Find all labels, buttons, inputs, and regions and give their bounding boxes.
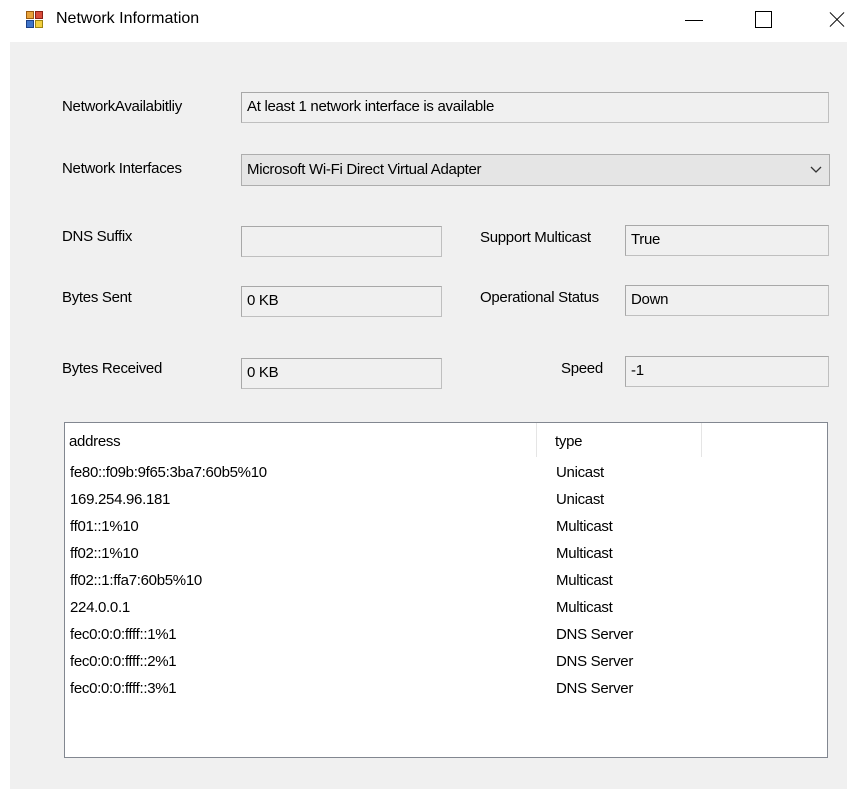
operational-status-field[interactable]: Down: [625, 285, 829, 316]
type-cell: Multicast: [556, 599, 613, 616]
address-cell: fec0:0:0:ffff::2%1: [70, 653, 177, 670]
minimize-button[interactable]: [673, 0, 719, 40]
network-interfaces-label: Network Interfaces: [62, 160, 182, 177]
list-item[interactable]: ff01::1%10 Multicast: [65, 518, 827, 545]
list-item[interactable]: fec0:0:0:ffff::2%1 DNS Server: [65, 653, 827, 680]
type-cell: Unicast: [556, 464, 604, 481]
window-title: Network Information: [56, 10, 200, 27]
column-header-type[interactable]: type: [536, 423, 702, 457]
address-cell: fe80::f09b:9f65:3ba7:60b5%10: [70, 464, 267, 481]
type-cell: Multicast: [556, 545, 613, 562]
address-cell: ff02::1:ffa7:60b5%10: [70, 572, 202, 589]
list-item[interactable]: ff02::1:ffa7:60b5%10 Multicast: [65, 572, 827, 599]
type-cell: Multicast: [556, 518, 613, 535]
form-body: NetworkAvailabitliy At least 1 network i…: [10, 42, 847, 789]
speed-label: Speed: [561, 360, 603, 377]
network-availability-field[interactable]: At least 1 network interface is availabl…: [241, 92, 829, 123]
address-cell: ff02::1%10: [70, 545, 139, 562]
dns-suffix-field[interactable]: [241, 226, 442, 257]
list-item[interactable]: fec0:0:0:ffff::3%1 DNS Server: [65, 680, 827, 707]
type-cell: DNS Server: [556, 653, 634, 670]
bytes-sent-field[interactable]: 0 KB: [241, 286, 442, 317]
address-cell: ff01::1%10: [70, 518, 139, 535]
bytes-received-label: Bytes Received: [62, 360, 163, 377]
address-cell: 169.254.96.181: [70, 491, 171, 508]
address-cell: fec0:0:0:ffff::1%1: [70, 626, 177, 643]
dns-suffix-label: DNS Suffix: [62, 228, 133, 245]
type-cell: Multicast: [556, 572, 613, 589]
maximize-button[interactable]: [742, 0, 788, 40]
speed-field[interactable]: -1: [625, 356, 829, 387]
bytes-sent-label: Bytes Sent: [62, 289, 132, 306]
chevron-down-icon[interactable]: [809, 163, 823, 175]
address-cell: 224.0.0.1: [70, 599, 130, 616]
address-cell: fec0:0:0:ffff::3%1: [70, 680, 177, 697]
list-item[interactable]: 224.0.0.1 Multicast: [65, 599, 827, 626]
support-multicast-label: Support Multicast: [480, 229, 591, 246]
type-cell: DNS Server: [556, 680, 634, 697]
column-header-address[interactable]: address: [65, 423, 536, 457]
list-header: address type: [65, 423, 827, 457]
list-item[interactable]: fe80::f09b:9f65:3ba7:60b5%10 Unicast: [65, 464, 827, 491]
list-item[interactable]: 169.254.96.181 Unicast: [65, 491, 827, 518]
type-cell: Unicast: [556, 491, 604, 508]
app-icon: [26, 11, 44, 28]
list-item[interactable]: ff02::1%10 Multicast: [65, 545, 827, 572]
operational-status-label: Operational Status: [480, 289, 599, 306]
network-interfaces-dropdown[interactable]: Microsoft Wi-Fi Direct Virtual Adapter: [241, 154, 830, 186]
support-multicast-field[interactable]: True: [625, 225, 829, 256]
title-bar[interactable]: Network Information: [0, 0, 857, 42]
network-interfaces-selected: Microsoft Wi-Fi Direct Virtual Adapter: [247, 161, 482, 178]
close-button[interactable]: [815, 0, 857, 40]
bytes-received-field[interactable]: 0 KB: [241, 358, 442, 389]
network-availability-label: NetworkAvailabitliy: [62, 98, 182, 115]
list-rows: fe80::f09b:9f65:3ba7:60b5%10 Unicast 169…: [65, 464, 827, 707]
list-item[interactable]: fec0:0:0:ffff::1%1 DNS Server: [65, 626, 827, 653]
type-cell: DNS Server: [556, 626, 634, 643]
address-list[interactable]: address type fe80::f09b:9f65:3ba7:60b5%1…: [64, 422, 828, 758]
